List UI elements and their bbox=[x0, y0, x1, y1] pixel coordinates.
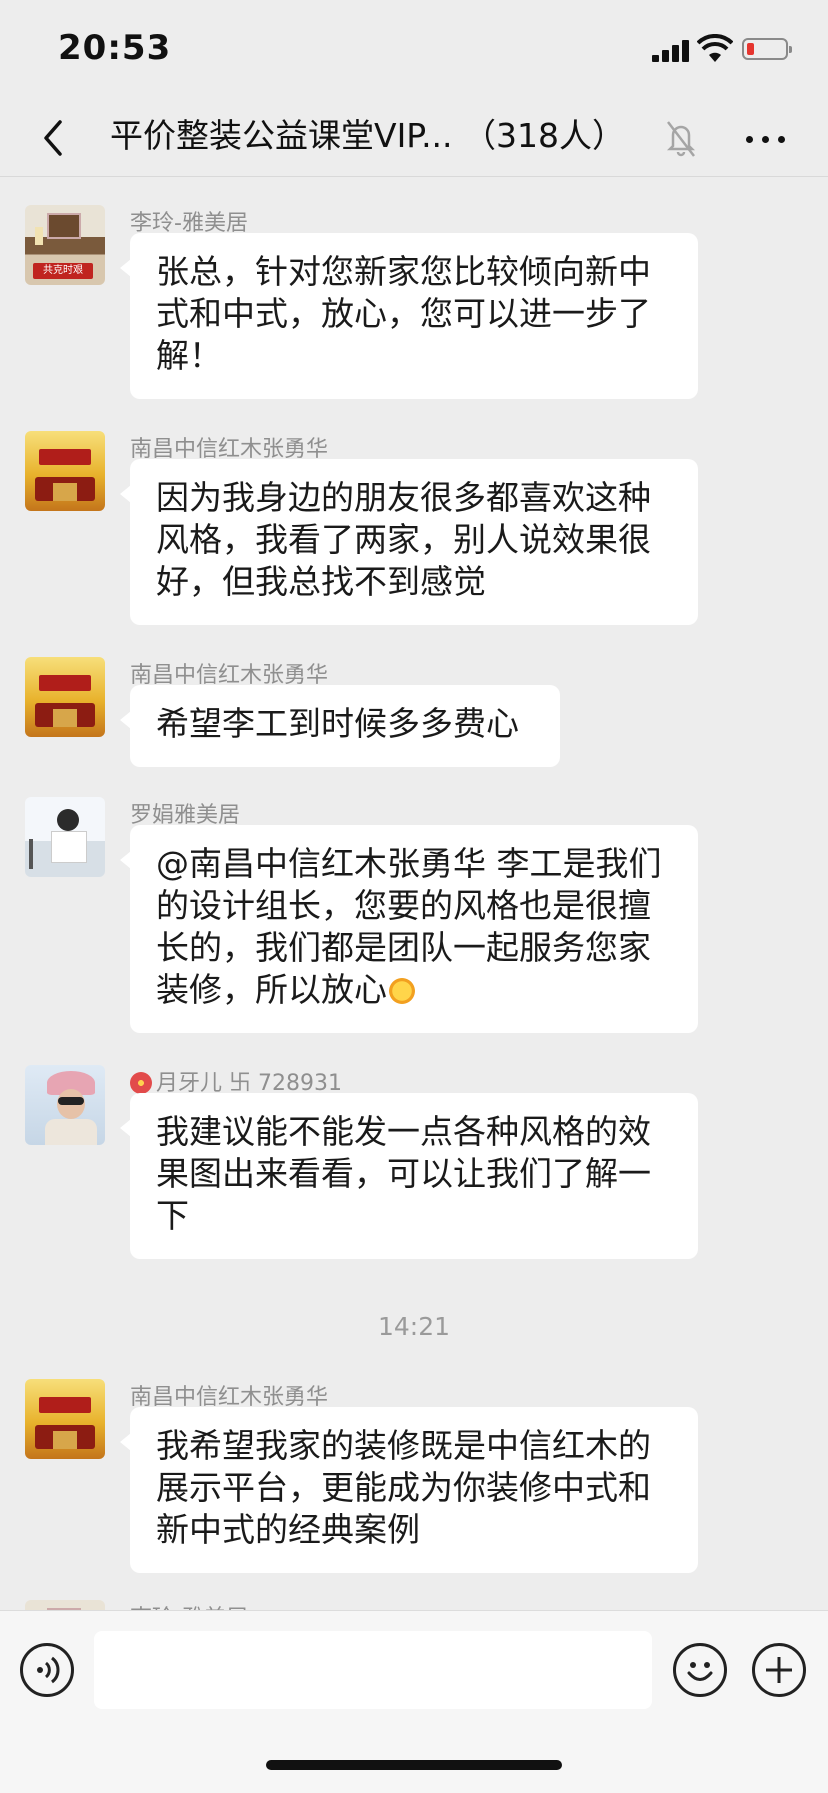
avatar[interactable] bbox=[25, 797, 105, 877]
avatar[interactable] bbox=[25, 1600, 105, 1610]
message-input[interactable] bbox=[94, 1631, 652, 1709]
sender-name: 李玲-雅美居 bbox=[130, 1600, 248, 1610]
mute-bell-icon bbox=[666, 121, 696, 157]
time-divider: 14:21 bbox=[377, 1312, 451, 1341]
chat-title: 平价整装公益课堂VIP... （318人） bbox=[110, 116, 626, 155]
message-list[interactable]: 共克时艰 李玲-雅美居 张总，针对您新家您比较倾向新中式和中式，放心，您可以进一… bbox=[0, 177, 828, 1610]
message-bubble[interactable]: 张总，针对您新家您比较倾向新中式和中式，放心，您可以进一步了解！ bbox=[120, 233, 698, 399]
home-indicator bbox=[266, 1760, 562, 1770]
add-plus-icon[interactable] bbox=[752, 1643, 806, 1697]
wifi-icon bbox=[697, 34, 733, 62]
avatar[interactable] bbox=[25, 1379, 105, 1459]
hibiscus-emoji-icon bbox=[130, 1072, 152, 1094]
message-bubble[interactable]: 我希望我家的装修既是中信红木的展示平台，更能成为你装修中式和新中式的经典案例 bbox=[120, 1407, 698, 1573]
cellular-signal-icon bbox=[652, 40, 692, 62]
status-bar: 20:53 bbox=[0, 0, 828, 100]
message-bubble[interactable]: 因为我身边的朋友很多都喜欢这种风格，我看了两家，别人说效果很好，但我总找不到感觉 bbox=[120, 459, 698, 625]
avatar-badge: 共克时艰 bbox=[33, 263, 93, 279]
emoji-icon[interactable] bbox=[673, 1643, 727, 1697]
voice-input-icon[interactable] bbox=[20, 1643, 74, 1697]
avatar[interactable] bbox=[25, 657, 105, 737]
chat-header: 平价整装公益课堂VIP... （318人） bbox=[0, 100, 828, 177]
avatar[interactable] bbox=[25, 1065, 105, 1145]
avatar[interactable] bbox=[25, 431, 105, 511]
battery-icon bbox=[742, 38, 792, 60]
message-bubble[interactable]: 希望李工到时候多多费心 bbox=[120, 685, 560, 767]
status-time: 20:53 bbox=[58, 28, 172, 68]
back-chevron-icon[interactable] bbox=[36, 114, 72, 162]
message-bubble[interactable]: 我建议能不能发一点各种风格的效果图出来看看，可以让我们了解一下 bbox=[120, 1093, 698, 1259]
sun-emoji-icon bbox=[387, 976, 417, 1006]
message-bubble[interactable]: @南昌中信红木张勇华 李工是我们的设计组长，您要的风格也是很擅长的，我们都是团队… bbox=[120, 825, 698, 1033]
more-dots-icon[interactable] bbox=[742, 116, 790, 160]
avatar[interactable]: 共克时艰 bbox=[25, 205, 105, 285]
